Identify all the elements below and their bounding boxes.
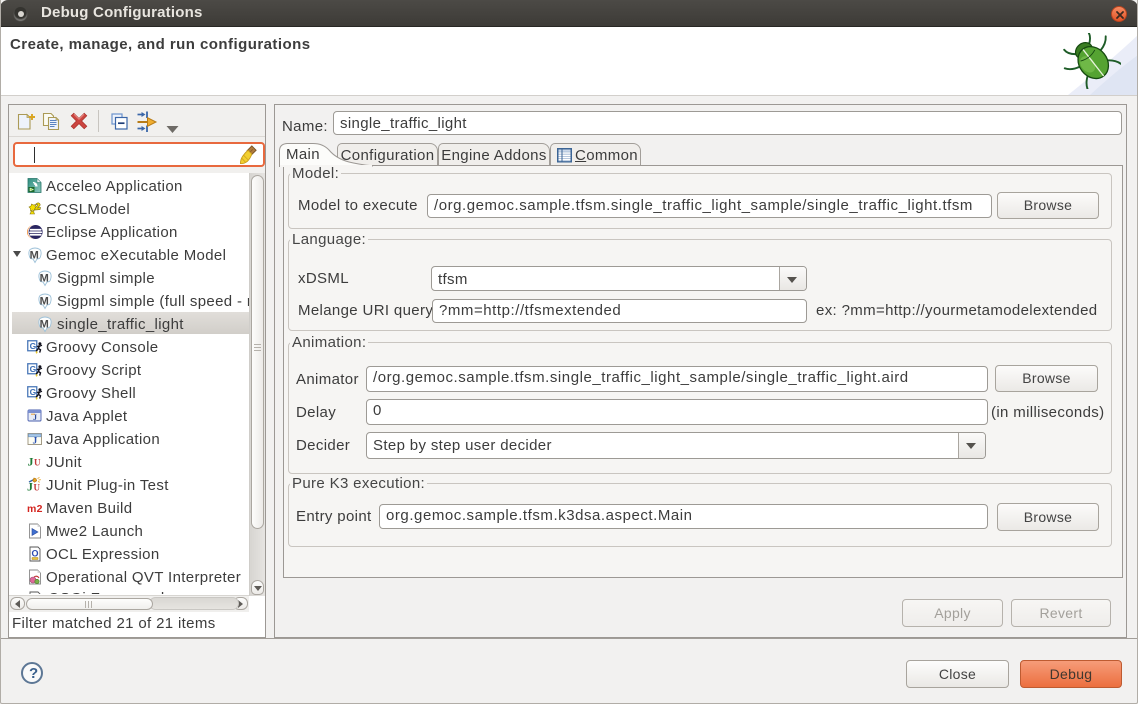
svg-text:M: M [30, 250, 40, 262]
svg-text:M: M [40, 319, 50, 331]
svg-text:M: M [40, 273, 50, 285]
svg-text:U: U [34, 483, 41, 493]
svg-text:O: O [32, 594, 39, 595]
svg-text:J: J [33, 413, 37, 422]
svg-text:G: G [30, 364, 37, 374]
svg-text:G: G [30, 387, 37, 397]
svg-text:G: G [30, 341, 37, 351]
svg-text:J: J [33, 437, 38, 447]
svg-text:J: J [28, 455, 34, 469]
svg-text:U: U [34, 458, 41, 468]
svg-text:m2: m2 [27, 503, 43, 515]
svg-text:O: O [32, 549, 39, 559]
svg-text:M: M [40, 296, 50, 308]
